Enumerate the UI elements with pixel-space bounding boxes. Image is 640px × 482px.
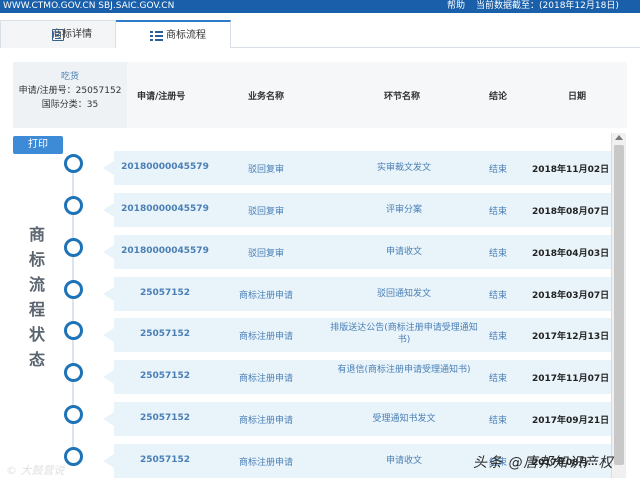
intl-class: 国际分类：35	[41, 100, 99, 110]
row-pointer	[103, 328, 114, 342]
cell-business: 商标注册申请	[238, 416, 293, 426]
timeline-node-icon	[64, 447, 83, 466]
header-reg-no: 申请/注册号	[137, 92, 186, 102]
cell-date: 2018年03月07日	[532, 291, 610, 301]
table-header: 申请/注册号 业务名称 环节名称 结论 日期	[127, 62, 627, 128]
row-pointer	[103, 287, 114, 301]
scroll-thumb[interactable]	[614, 145, 624, 465]
cell-business: 商标注册申请	[238, 291, 293, 301]
timeline-node-icon	[64, 154, 83, 173]
cell-reg-no: 20180000045579	[121, 162, 209, 172]
scroll-up-arrow-icon[interactable]	[615, 135, 623, 140]
cell-reg-no: 25057152	[139, 455, 191, 465]
scrollbar[interactable]	[611, 133, 626, 478]
table-row: 20180000045579 驳回复审 评审分案 结束 2018年08月07日	[114, 193, 611, 227]
row-pointer	[103, 161, 114, 175]
data-date: 当前数据截至：(2018年12月18日)	[476, 1, 619, 11]
cell-reg-no: 20180000045579	[121, 204, 209, 214]
row-pointer	[103, 203, 114, 217]
timeline-node-icon	[64, 405, 83, 424]
cell-result: 结束	[488, 207, 507, 217]
cell-business: 驳回复审	[247, 249, 284, 259]
cell-date: 2017年12月13日	[532, 332, 610, 342]
cell-business: 驳回复审	[247, 165, 284, 175]
tab-label: 商标流程	[166, 30, 206, 41]
table-row: 25057152 商标注册申请 受理通知书发文 结束 2017年09月21日	[114, 402, 611, 436]
cell-reg-no: 25057152	[139, 288, 191, 298]
cell-business: 商标注册申请	[238, 332, 293, 342]
watermark-right: 头条 @唐邦知识产权	[473, 455, 614, 471]
table-row: 25057152 商标注册申请 排版送达公告(商标注册申请受理通知书) 结束 2…	[114, 318, 611, 352]
tab-bar: 商标详情 商标流程	[0, 20, 640, 48]
cell-business: 商标注册申请	[238, 458, 293, 468]
timeline-node-icon	[64, 280, 83, 299]
reg-number: 申请/注册号：25057152	[18, 86, 122, 96]
cell-reg-no: 25057152	[139, 329, 191, 339]
header-business: 业务名称	[248, 92, 285, 102]
tab-trademark-details[interactable]: 商标详情	[0, 20, 116, 48]
top-bar: WWW.CTMO.GOV.CN SBJ.SAIC.GOV.CN 帮助 当前数据截…	[0, 0, 640, 13]
trademark-info: 吃货 申请/注册号：25057152 国际分类：35	[13, 62, 127, 128]
help-link[interactable]: 帮助	[447, 0, 465, 13]
tab-trademark-process[interactable]: 商标流程	[116, 20, 231, 48]
cell-result: 结束	[488, 332, 507, 342]
header-result: 结论	[489, 92, 508, 102]
timeline-node-icon	[64, 238, 83, 257]
cell-result: 结束	[488, 291, 507, 301]
cell-date: 2017年09月21日	[532, 416, 610, 426]
cell-result: 结束	[488, 165, 507, 175]
cell-date: 2018年08月07日	[532, 207, 610, 217]
cell-step: 申请收文	[385, 456, 422, 466]
table-row: 25057152 商标注册申请 驳回通知发文 结束 2018年03月07日	[114, 277, 611, 311]
row-pointer	[103, 412, 114, 426]
cell-step: 评审分案	[385, 205, 422, 215]
table-row: 20180000045579 驳回复审 实审裁文发文 结束 2018年11月02…	[114, 151, 611, 185]
cell-business: 商标注册申请	[238, 374, 293, 384]
cell-date: 2017年11月07日	[532, 374, 610, 384]
row-pointer	[103, 454, 114, 468]
cell-result: 结束	[488, 374, 507, 384]
cell-step: 驳回通知发文	[376, 289, 431, 299]
document-icon	[52, 29, 64, 41]
row-pointer	[103, 370, 114, 384]
cell-step: 申请收文	[385, 247, 422, 257]
watermark-left: © 大鼓营说	[6, 464, 65, 477]
header-date: 日期	[568, 92, 587, 102]
cell-step: 有退信(商标注册申请受理通知书)	[337, 365, 471, 375]
trademark-name: 吃货	[60, 72, 79, 82]
table-row: 20180000045579 驳回复审 申请收文 结束 2018年04月03日	[114, 235, 611, 269]
table-row: 25057152 商标注册申请 有退信(商标注册申请受理通知书) 结束 2017…	[114, 360, 611, 394]
header-step: 环节名称	[384, 92, 421, 102]
cell-reg-no: 25057152	[139, 413, 191, 423]
timeline-node-icon	[64, 363, 83, 382]
row-pointer	[103, 245, 114, 259]
cell-business: 驳回复审	[247, 207, 284, 217]
cell-date: 2018年11月02日	[532, 165, 610, 175]
cell-date: 2018年04月03日	[532, 249, 610, 259]
process-status-label: 商标流程状态	[28, 225, 45, 369]
cell-reg-no: 20180000045579	[121, 246, 209, 256]
cell-result: 结束	[488, 249, 507, 259]
cell-step: 实审裁文发文	[376, 163, 431, 173]
list-icon	[150, 30, 163, 42]
print-button[interactable]: 打印	[13, 136, 63, 154]
timeline-node-icon	[64, 321, 83, 340]
cell-result: 结束	[488, 416, 507, 426]
cell-step: 排版送达公告(商标注册申请受理通知书)	[330, 323, 478, 345]
site-url: WWW.CTMO.GOV.CN SBJ.SAIC.GOV.CN	[3, 1, 175, 11]
cell-reg-no: 25057152	[139, 371, 191, 381]
cell-step: 受理通知书发文	[372, 414, 436, 424]
timeline-node-icon	[64, 196, 83, 215]
